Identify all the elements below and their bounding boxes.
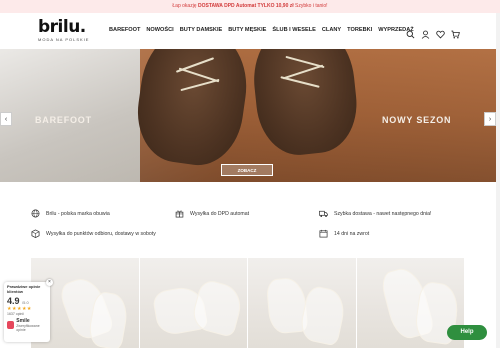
product-grid <box>31 258 464 348</box>
hero-cta-button[interactable]: ZOBACZ <box>221 164 273 176</box>
nav-item-buty-meskie[interactable]: BUTY MĘSKIE <box>228 27 266 33</box>
close-icon[interactable]: × <box>46 279 53 286</box>
reviews-brand-sub: Zweryfikowane opinie <box>16 324 40 332</box>
header-icons <box>406 26 460 39</box>
truck-icon <box>319 210 328 218</box>
feature-pickup-points: Wysyłka do punktów odbioru, dostawy w so… <box>31 229 156 238</box>
hero-prev-arrow[interactable]: ‹ <box>0 112 12 126</box>
hero-label-nowy-sezon: NOWY SEZON <box>382 115 452 125</box>
reviews-score-value: 4.9 <box>7 296 20 306</box>
gift-icon <box>175 210 184 218</box>
main-nav: BAREFOOT NOWOŚCI BUTY DAMSKIE BUTY MĘSKI… <box>109 27 420 33</box>
product-image <box>297 284 349 347</box>
heart-icon[interactable] <box>436 26 445 39</box>
nav-item-slub-i-wesele[interactable]: ŚLUB I WESELE <box>272 27 316 33</box>
site-header: brilu. MODA NA POLSKIE BAREFOOT NOWOŚCI … <box>0 13 496 49</box>
promo-suffix: Szybko i tanio! <box>295 3 328 9</box>
product-card[interactable] <box>139 258 247 348</box>
page-scrollbar[interactable] <box>496 13 500 348</box>
help-button[interactable]: Help <box>447 325 487 340</box>
hero-next-arrow[interactable]: › <box>484 112 496 126</box>
feature-text: Wysyłka do punktów odbioru, dostawy w so… <box>46 230 156 237</box>
search-icon[interactable] <box>406 26 415 39</box>
reviews-title: Prawdziwe opinie klientów <box>7 284 41 294</box>
feature-fast-delivery: Szybka dostawa - nawet następnego dnia! <box>319 209 431 218</box>
reviews-score: 4.9 /5.0 <box>7 296 47 306</box>
feature-dpd-automat: Wysyłka do DPD automat <box>175 209 249 218</box>
feature-text: Brilu - polska marka obuwia <box>46 210 110 217</box>
promo-prefix: Łap okazję <box>172 3 197 9</box>
help-label: Help <box>460 329 474 335</box>
reviews-score-scale: /5.0 <box>22 300 29 305</box>
feature-returns: 14 dni na zwrot <box>319 229 369 238</box>
user-icon[interactable] <box>421 26 430 39</box>
reviews-widget[interactable]: × Prawdziwe opinie klientów 4.9 /5.0 ★★★… <box>4 279 53 342</box>
nav-item-buty-damskie[interactable]: BUTY DAMSKIE <box>180 27 222 33</box>
feature-text: 14 dni na zwrot <box>334 230 370 237</box>
promo-highlight[interactable]: DOSTAWA DPD Automat TYLKO 10,90 zł <box>198 3 294 9</box>
nav-item-nowosci[interactable]: NOWOŚCI <box>146 27 173 33</box>
feature-text: Wysyłka do DPD automat <box>190 210 250 217</box>
nav-item-clany[interactable]: CLANY <box>322 27 341 33</box>
return-icon <box>319 229 328 238</box>
product-card[interactable] <box>248 258 356 348</box>
logo-wordmark: brilu. <box>38 17 86 37</box>
logo-tagline: MODA NA POLSKIE <box>38 37 90 42</box>
promo-bar: Łap okazję DOSTAWA DPD Automat TYLKO 10,… <box>0 0 500 13</box>
cart-icon[interactable] <box>451 26 460 39</box>
reviews-count: 1637 opinii <box>7 312 24 316</box>
hero-banner[interactable]: BAREFOOT NOWY SEZON <box>0 49 496 182</box>
feature-polish-brand: Brilu - polska marka obuwia <box>31 209 110 218</box>
nav-item-torebki[interactable]: TOREBKI <box>347 27 372 33</box>
logo[interactable]: brilu. MODA NA POLSKIE <box>38 17 90 43</box>
nav-item-barefoot[interactable]: BAREFOOT <box>109 27 140 33</box>
hero-label-barefoot: BAREFOOT <box>35 115 92 125</box>
reviews-brand: Smile Zweryfikowane opinie <box>7 318 47 332</box>
globe-icon <box>31 209 40 218</box>
feature-text: Szybka dostawa - nawet następnego dnia! <box>334 210 432 217</box>
box-icon <box>31 229 40 238</box>
smile-logo-icon <box>7 321 15 329</box>
